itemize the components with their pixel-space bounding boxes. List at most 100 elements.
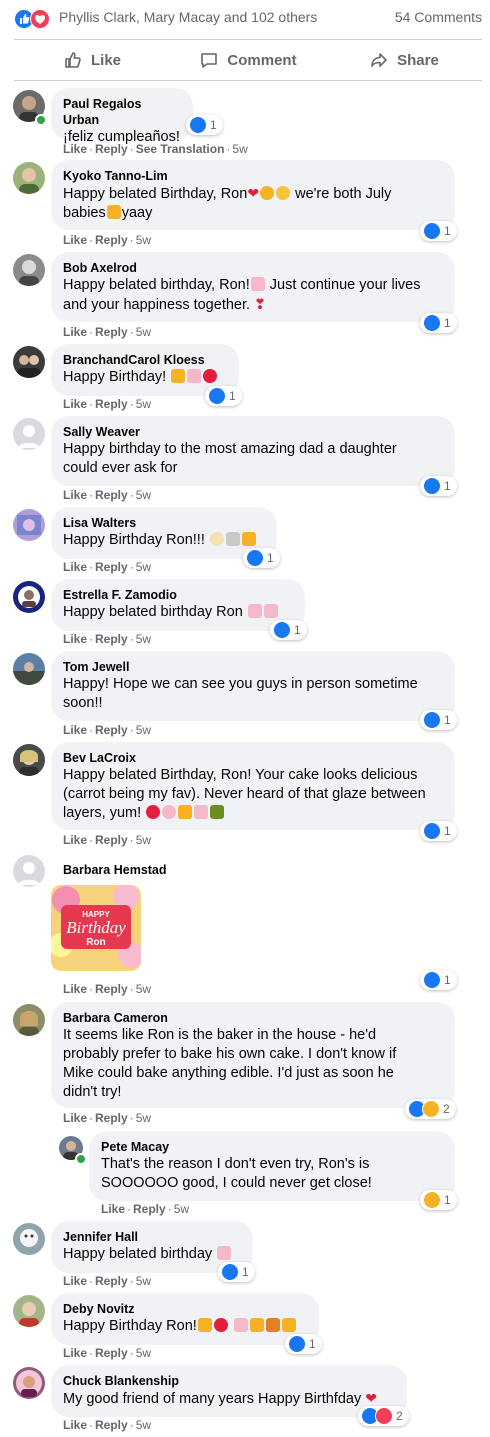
comment-like-link[interactable]: Like	[63, 1346, 87, 1360]
comment-author[interactable]: Jennifer Hall	[63, 1229, 241, 1245]
comment-reactions[interactable]: 1	[420, 313, 457, 333]
share-button[interactable]: Share	[326, 40, 482, 80]
comment-reactions[interactable]: 1	[420, 1190, 457, 1210]
comment-time[interactable]: 5w	[232, 142, 247, 156]
comment-author[interactable]: Pete Macay	[101, 1139, 443, 1155]
avatar[interactable]	[13, 581, 45, 613]
comment-time[interactable]: 5w	[136, 1418, 151, 1432]
avatar[interactable]	[13, 1004, 45, 1036]
comment-author[interactable]: Sally Weaver	[63, 424, 443, 440]
comment-author[interactable]: Barbara Hemstad	[63, 862, 167, 878]
comment-reactions[interactable]: 1	[218, 1262, 255, 1282]
comment-like-link[interactable]: Like	[63, 233, 87, 247]
comment-reply-link[interactable]: Reply	[95, 1346, 128, 1360]
comment-time[interactable]: 5w	[174, 1202, 189, 1216]
comment-reply-link[interactable]: Reply	[95, 632, 128, 646]
comment-like-link[interactable]: Like	[63, 833, 87, 847]
comment-time[interactable]: 5w	[136, 325, 151, 339]
comment-time[interactable]: 5w	[136, 632, 151, 646]
reaction-icons[interactable]	[14, 9, 54, 29]
comment-reply-link[interactable]: Reply	[95, 142, 128, 156]
comment-reply-link[interactable]: Reply	[95, 560, 128, 574]
see-translation-link[interactable]: See Translation	[136, 142, 225, 156]
comment-reactions[interactable]: 1	[186, 115, 223, 135]
comment-text-part: Happy belated birthday Ron	[63, 604, 247, 620]
comment-author[interactable]: Barbara Cameron	[63, 1010, 443, 1026]
comment-button[interactable]: Comment	[170, 40, 326, 80]
comment-time[interactable]: 5w	[136, 1274, 151, 1288]
comment-reactions[interactable]: 1	[420, 221, 457, 241]
comment-like-link[interactable]: Like	[63, 723, 87, 737]
comment-reactions[interactable]: 1	[285, 1334, 322, 1354]
comment-reply-link[interactable]: Reply	[95, 1274, 128, 1288]
comment-like-link[interactable]: Like	[63, 325, 87, 339]
comment-like-link[interactable]: Like	[63, 142, 87, 156]
comment-reactions[interactable]: 2	[405, 1099, 456, 1119]
comment-like-link[interactable]: Like	[63, 1274, 87, 1288]
comment-reactions[interactable]: 1	[270, 620, 307, 640]
comment-like-link[interactable]: Like	[63, 982, 87, 996]
comment-reply-link[interactable]: Reply	[95, 233, 128, 247]
comment-author[interactable]: Deby Novitz	[63, 1301, 307, 1317]
comment-reply-link[interactable]: Reply	[95, 982, 128, 996]
comment-reply-link[interactable]: Reply	[95, 488, 128, 502]
comment-time[interactable]: 5w	[136, 833, 151, 847]
comment-like-link[interactable]: Like	[63, 632, 87, 646]
avatar[interactable]	[13, 162, 45, 194]
comment-author[interactable]: Tom Jewell	[63, 659, 443, 675]
comment-author[interactable]: Chuck Blankenship	[63, 1373, 395, 1389]
comment-reactions[interactable]: 1	[243, 548, 280, 568]
comment-author[interactable]: Paul Regalos Urban	[63, 96, 181, 128]
comment-time[interactable]: 5w	[136, 560, 151, 574]
avatar[interactable]	[13, 744, 45, 776]
reactors-names[interactable]: Phyllis Clark, Mary Macay and 102 others	[59, 9, 317, 25]
comment-reply-link[interactable]: Reply	[133, 1202, 166, 1216]
avatar[interactable]	[13, 509, 45, 541]
birthday-gif-image[interactable]: HAPPY Birthday Ron	[51, 885, 141, 971]
comment-reply-link[interactable]: Reply	[95, 1418, 128, 1432]
comment-reply-link[interactable]: Reply	[95, 723, 128, 737]
avatar[interactable]	[13, 855, 45, 887]
avatar[interactable]	[13, 254, 45, 286]
comment-time[interactable]: 5w	[136, 723, 151, 737]
comment-like-link[interactable]: Like	[63, 397, 87, 411]
comment-time[interactable]: 5w	[136, 488, 151, 502]
comment-author[interactable]: Bob Axelrod	[63, 260, 443, 276]
comment-time[interactable]: 5w	[136, 397, 151, 411]
comment-reactions[interactable]: 1	[420, 970, 457, 990]
comment-time[interactable]: 5w	[136, 1111, 151, 1125]
comment-reactions[interactable]: 1	[420, 821, 457, 841]
comment-author[interactable]: Kyoko Tanno-Lim	[63, 168, 443, 184]
comment-reactions[interactable]: 1	[420, 710, 457, 730]
comment-reactions[interactable]: 1	[420, 476, 457, 496]
like-button[interactable]: Like	[14, 40, 170, 80]
comment-like-link[interactable]: Like	[63, 488, 87, 502]
comment-reactions[interactable]: 2	[358, 1406, 409, 1426]
comments-count[interactable]: 54 Comments	[395, 9, 482, 25]
avatar[interactable]	[13, 653, 45, 685]
comment-author[interactable]: Lisa Walters	[63, 515, 265, 531]
comment-like-link[interactable]: Like	[63, 560, 87, 574]
comment-reply-link[interactable]: Reply	[95, 833, 128, 847]
comment-reply-link[interactable]: Reply	[95, 1111, 128, 1125]
avatar[interactable]	[13, 1367, 45, 1399]
comment-reply-link[interactable]: Reply	[95, 325, 128, 339]
online-indicator	[75, 1153, 87, 1165]
comment-time[interactable]: 5w	[136, 1346, 151, 1360]
comment-like-link[interactable]: Like	[63, 1111, 87, 1125]
avatar[interactable]	[13, 1223, 45, 1255]
avatar[interactable]	[13, 418, 45, 450]
avatar[interactable]	[13, 346, 45, 378]
comment-author[interactable]: BranchandCarol Kloess	[63, 352, 227, 368]
comment-author[interactable]: Bev LaCroix	[63, 750, 443, 766]
comment-like-link[interactable]: Like	[63, 1418, 87, 1432]
thumbs-up-icon	[65, 52, 81, 68]
comment-like-link[interactable]: Like	[101, 1202, 125, 1216]
comment-author[interactable]: Estrella F. Zamodio	[63, 587, 293, 603]
comment-time[interactable]: 5w	[136, 233, 151, 247]
separator: ·	[89, 833, 94, 847]
comment-time[interactable]: 5w	[136, 982, 151, 996]
comment-reply-link[interactable]: Reply	[95, 397, 128, 411]
avatar[interactable]	[13, 1295, 45, 1327]
comment-reactions[interactable]: 1	[205, 386, 242, 406]
